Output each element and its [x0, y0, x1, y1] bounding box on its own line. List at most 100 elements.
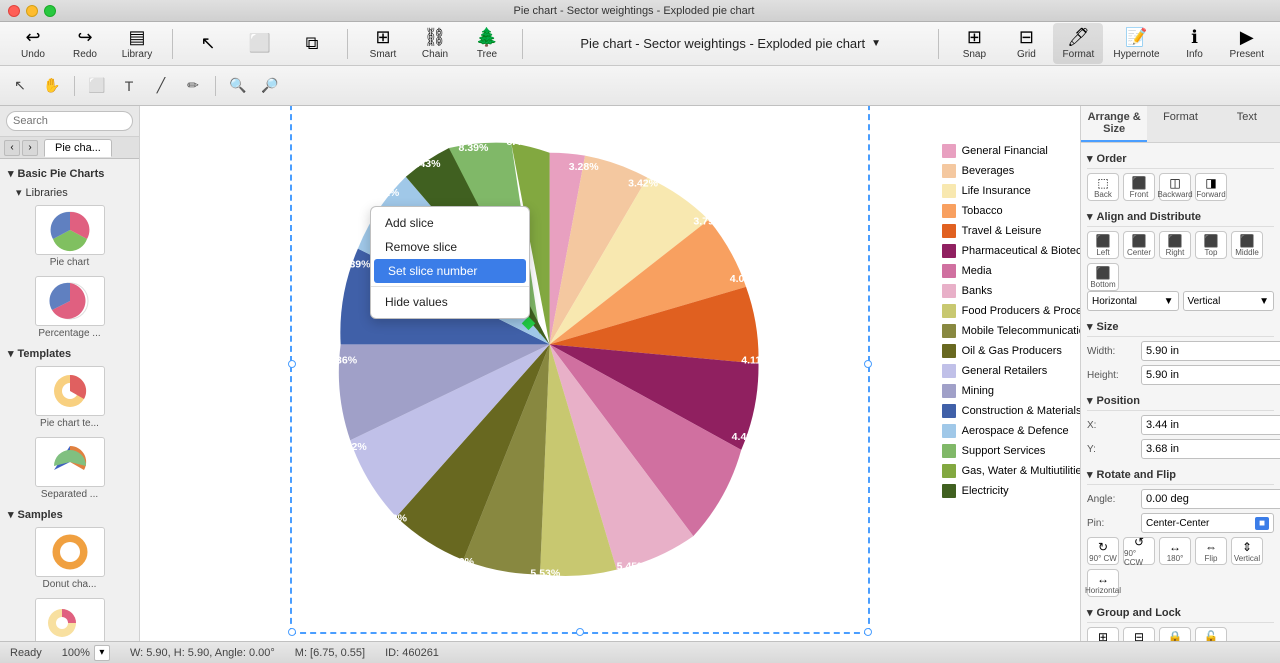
rotate-ccw-btn[interactable]: ↺ 90° CCW — [1123, 537, 1155, 565]
basic-pie-charts-section[interactable]: ▾ Basic Pie Charts — [0, 163, 139, 182]
pin-select[interactable]: Center-Center ■ — [1141, 513, 1274, 533]
hand-tool[interactable]: ✋ — [38, 73, 66, 99]
tab-format[interactable]: Format — [1147, 106, 1213, 142]
chain-button[interactable]: ⛓ Chain — [410, 23, 460, 64]
legend-beverages: Beverages — [942, 164, 1080, 178]
thumb-img-sample — [35, 598, 105, 641]
handle-bl[interactable] — [288, 628, 296, 636]
pen-tool[interactable]: ✏ — [179, 73, 207, 99]
zoom-in-btn[interactable]: 🔎 — [256, 73, 284, 99]
forward-btn[interactable]: ◨ Forward — [1195, 173, 1227, 201]
rect-tool[interactable]: ⬜ — [83, 73, 111, 99]
handle-mr[interactable] — [864, 360, 872, 368]
tab-arrange-size[interactable]: Arrange & Size — [1081, 106, 1147, 142]
nav-back-arrow[interactable]: ‹ — [4, 140, 20, 156]
zoom-out-icon: 🔍 — [229, 77, 246, 94]
hypernote-button[interactable]: 📝 Hypernote — [1105, 23, 1167, 64]
zoom-out-btn[interactable]: 🔍 — [224, 73, 252, 99]
handle-br[interactable] — [864, 628, 872, 636]
align-left-btn[interactable]: ⬛ Left — [1087, 231, 1119, 259]
present-button[interactable]: ▶ Present — [1222, 23, 1272, 64]
unlock-btn[interactable]: 🔓 UnLock — [1195, 627, 1227, 641]
hide-values-menu-item[interactable]: Hide values — [371, 290, 529, 314]
snap-button[interactable]: ⊞ Snap — [949, 23, 999, 64]
tab-text[interactable]: Text — [1214, 106, 1280, 142]
zoom-down-btn[interactable]: ▾ — [94, 645, 110, 661]
nav-tab-pie[interactable]: Pie cha... — [44, 139, 112, 157]
unlock-icon: 🔓 — [1204, 630, 1219, 642]
group-btn[interactable]: ⊞ Group — [1087, 627, 1119, 641]
legend-electricity: Electricity — [942, 484, 1080, 498]
remove-slice-menu-item[interactable]: Remove slice — [371, 235, 529, 259]
handle-bc[interactable] — [576, 628, 584, 636]
thumb-donut[interactable]: Donut cha... — [0, 523, 139, 594]
align-bottom-btn[interactable]: ⬛ Bottom — [1087, 263, 1119, 291]
legend-color-trav — [942, 224, 956, 238]
ungroup-btn[interactable]: ⊟ Ungroup — [1123, 627, 1155, 641]
templates-section[interactable]: ▾ Templates — [0, 343, 139, 362]
tree-button[interactable]: 🌲 Tree — [462, 23, 512, 64]
x-input[interactable] — [1141, 415, 1280, 435]
libraries-section[interactable]: ▾ Libraries — [0, 182, 139, 201]
close-button[interactable] — [8, 5, 20, 17]
info-button[interactable]: ℹ Info — [1170, 23, 1220, 64]
align-right-btn[interactable]: ⬛ Right — [1159, 231, 1191, 259]
set-slice-number-menu-item[interactable]: Set slice number — [374, 259, 526, 283]
legend-support: Support Services — [942, 444, 1080, 458]
search-input[interactable] — [6, 111, 133, 131]
angle-input[interactable] — [1141, 489, 1280, 509]
align-middle-btn[interactable]: ⬛ Middle — [1231, 231, 1263, 259]
samples-section[interactable]: ▾ Samples — [0, 504, 139, 523]
nav-forward-arrow[interactable]: › — [22, 140, 38, 156]
handle-ml[interactable] — [288, 360, 296, 368]
chart-container[interactable]: 3.28% 3.42% 3.79% 4.07% 4.11% 4.46% 5.25… — [290, 106, 870, 634]
flip-horizontal-btn[interactable]: ↔ Horizontal — [1087, 569, 1119, 597]
flip-vertical-btn[interactable]: ⇕ Vertical — [1231, 537, 1263, 565]
align-v-select[interactable]: Vertical ▼ — [1183, 291, 1275, 311]
library-button[interactable]: ▤ Library — [112, 23, 162, 64]
pin-highlight: ■ — [1255, 517, 1269, 530]
back-btn[interactable]: ⬚ Back — [1087, 173, 1119, 201]
pointer-tool[interactable]: ↖ — [6, 73, 34, 99]
thumb-pie-sample[interactable]: Pie chart -... — [0, 594, 139, 641]
layers-btn[interactable]: ⧉ — [287, 29, 337, 59]
align-top-btn[interactable]: ⬛ Top — [1195, 231, 1227, 259]
line-tool[interactable]: ╱ — [147, 73, 175, 99]
align-h-select[interactable]: Horizontal ▼ — [1087, 291, 1179, 311]
legend-label-construction: Construction & Materials — [962, 405, 1080, 417]
y-input[interactable] — [1141, 439, 1280, 459]
select-tool[interactable]: ↖ — [183, 29, 233, 59]
legend-color-banks — [942, 284, 956, 298]
smart-button[interactable]: ⊞ Smart — [358, 23, 408, 64]
grid-button[interactable]: ⊟ Grid — [1001, 23, 1051, 64]
maximize-button[interactable] — [44, 5, 56, 17]
pct-label-oil: 6.22% — [377, 512, 407, 524]
pie-chart-svg[interactable]: 3.28% 3.42% 3.79% 4.07% 4.11% 4.46% 5.25… — [310, 124, 770, 584]
pages-btn[interactable]: ⬜ — [235, 29, 285, 59]
rotate-180-btn[interactable]: ↔ 180° — [1159, 537, 1191, 565]
thumb-label-pct: Percentage ... — [38, 328, 100, 339]
rotate-cw-btn[interactable]: ↻ 90° CW — [1087, 537, 1119, 565]
backward-btn[interactable]: ◫ Backward — [1159, 173, 1191, 201]
thumb-pie-chart[interactable]: Pie chart — [0, 201, 139, 272]
minimize-button[interactable] — [26, 5, 38, 17]
front-btn[interactable]: ⬛ Front — [1123, 173, 1155, 201]
lock-btn[interactable]: 🔒 Lock — [1159, 627, 1191, 641]
legend-media: Media — [942, 264, 1080, 278]
thumb-img-donut — [35, 527, 105, 577]
text-tool[interactable]: T — [115, 73, 143, 99]
thumb-pie-template[interactable]: Pie chart te... — [0, 362, 139, 433]
flip-btn[interactable]: ⇔ Flip — [1195, 537, 1227, 565]
width-input[interactable] — [1141, 341, 1280, 361]
title-dropdown-icon[interactable]: ▼ — [871, 38, 881, 49]
add-slice-menu-item[interactable]: Add slice — [371, 211, 529, 235]
thumb-separated[interactable]: Separated ... — [0, 433, 139, 504]
format-button[interactable]: 🖊 Format — [1053, 23, 1103, 64]
undo-button[interactable]: ↩ Undo — [8, 23, 58, 64]
legend-color-construction — [942, 404, 956, 418]
align-center-btn[interactable]: ⬛ Center — [1123, 231, 1155, 259]
height-input[interactable] — [1141, 365, 1280, 385]
order-arrow: ▾ — [1087, 152, 1093, 165]
thumb-percentage[interactable]: Percentage ... — [0, 272, 139, 343]
redo-button[interactable]: ↪ Redo — [60, 23, 110, 64]
